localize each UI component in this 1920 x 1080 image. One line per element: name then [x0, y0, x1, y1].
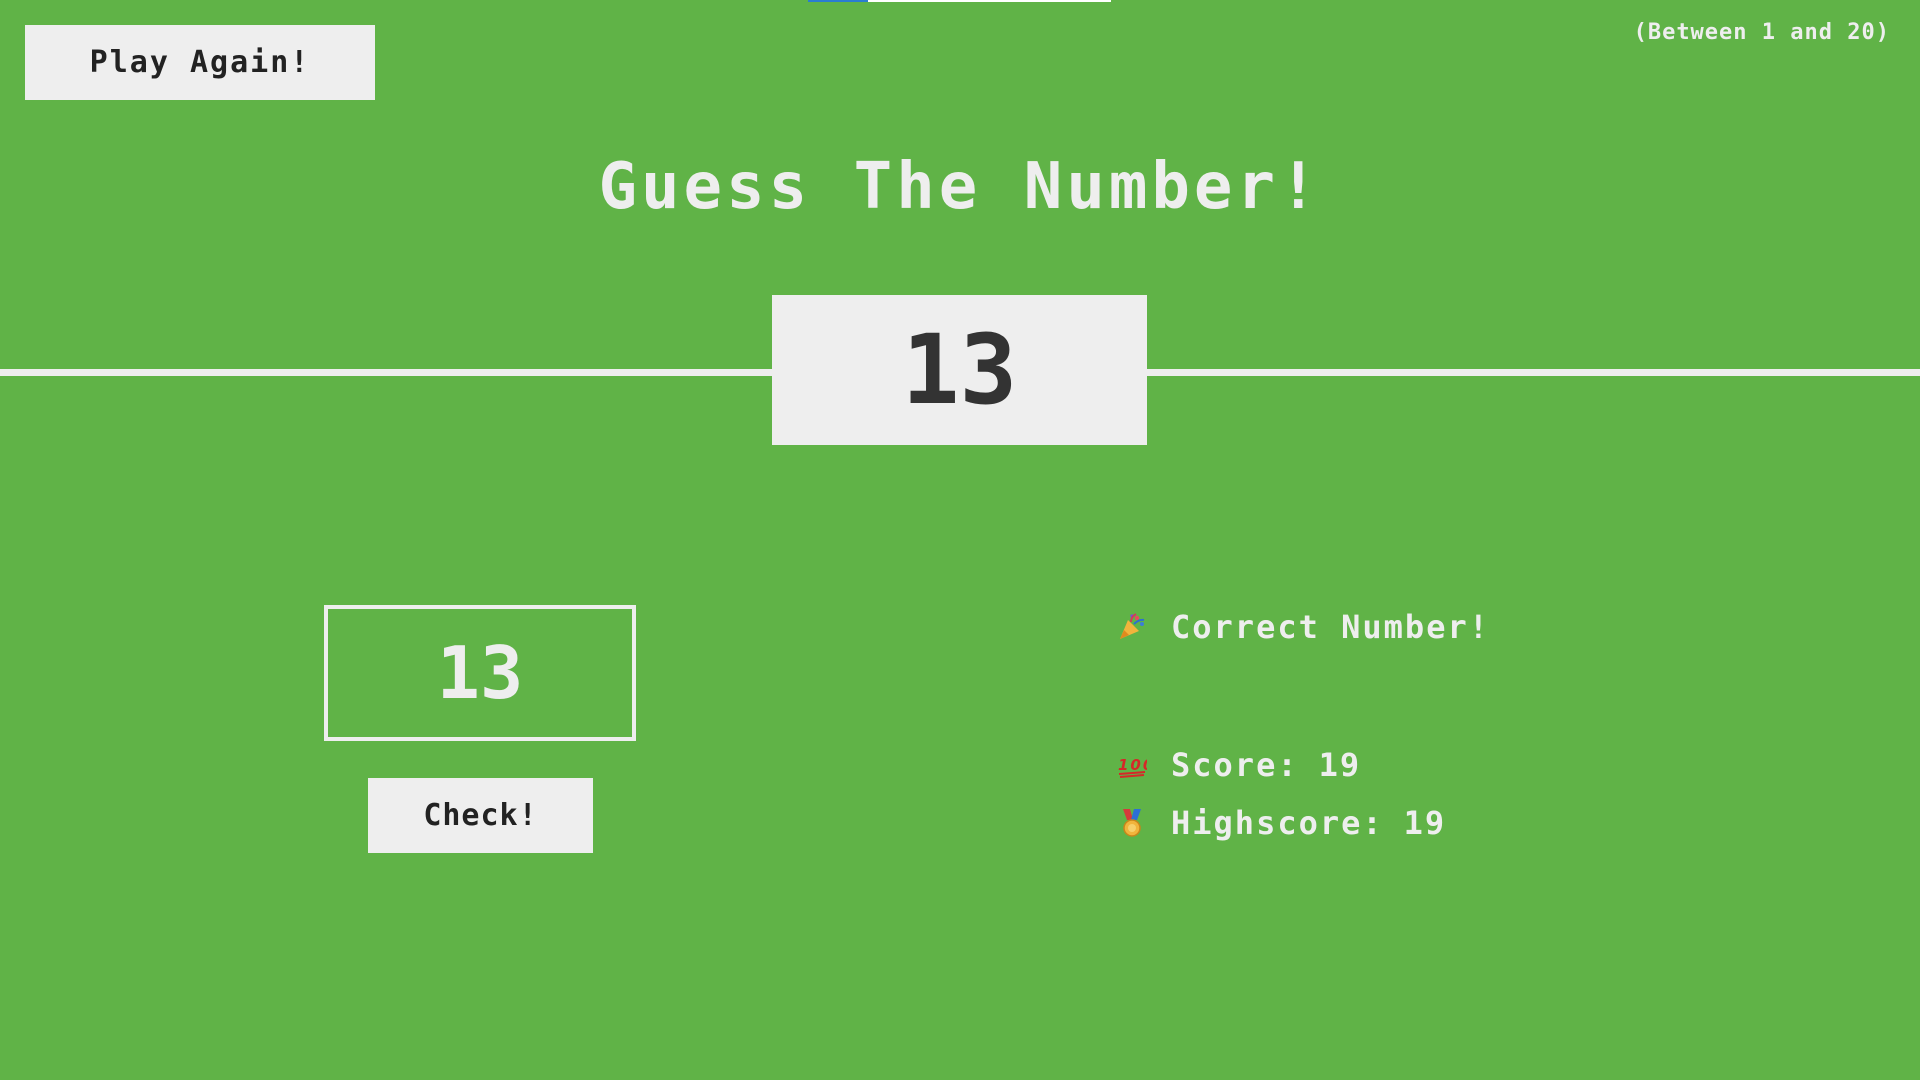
check-button[interactable]: Check! [368, 778, 593, 853]
guess-input[interactable] [324, 605, 636, 741]
score-value: 19 [1318, 746, 1362, 784]
party-popper-icon [1115, 610, 1149, 644]
highscore-label: Highscore: [1171, 804, 1384, 842]
secret-number-box: 13 [772, 295, 1147, 445]
status-message-text: Correct Number! [1171, 608, 1490, 646]
score-row: 100 Score: 19 [1115, 746, 1361, 784]
play-again-button[interactable]: Play Again! [25, 25, 375, 100]
highscore-row: Highscore: 19 [1115, 804, 1446, 842]
top-accent-bar [808, 0, 1111, 2]
highscore-value: 19 [1403, 804, 1447, 842]
medal-icon [1115, 806, 1149, 840]
hundred-points-icon: 100 [1115, 748, 1149, 782]
range-hint: (Between 1 and 20) [1633, 20, 1890, 45]
page-title: Guess The Number! [598, 150, 1322, 224]
score-label: Score: [1171, 746, 1299, 784]
top-accent-blue [808, 0, 868, 2]
status-message: Correct Number! [1115, 608, 1490, 646]
